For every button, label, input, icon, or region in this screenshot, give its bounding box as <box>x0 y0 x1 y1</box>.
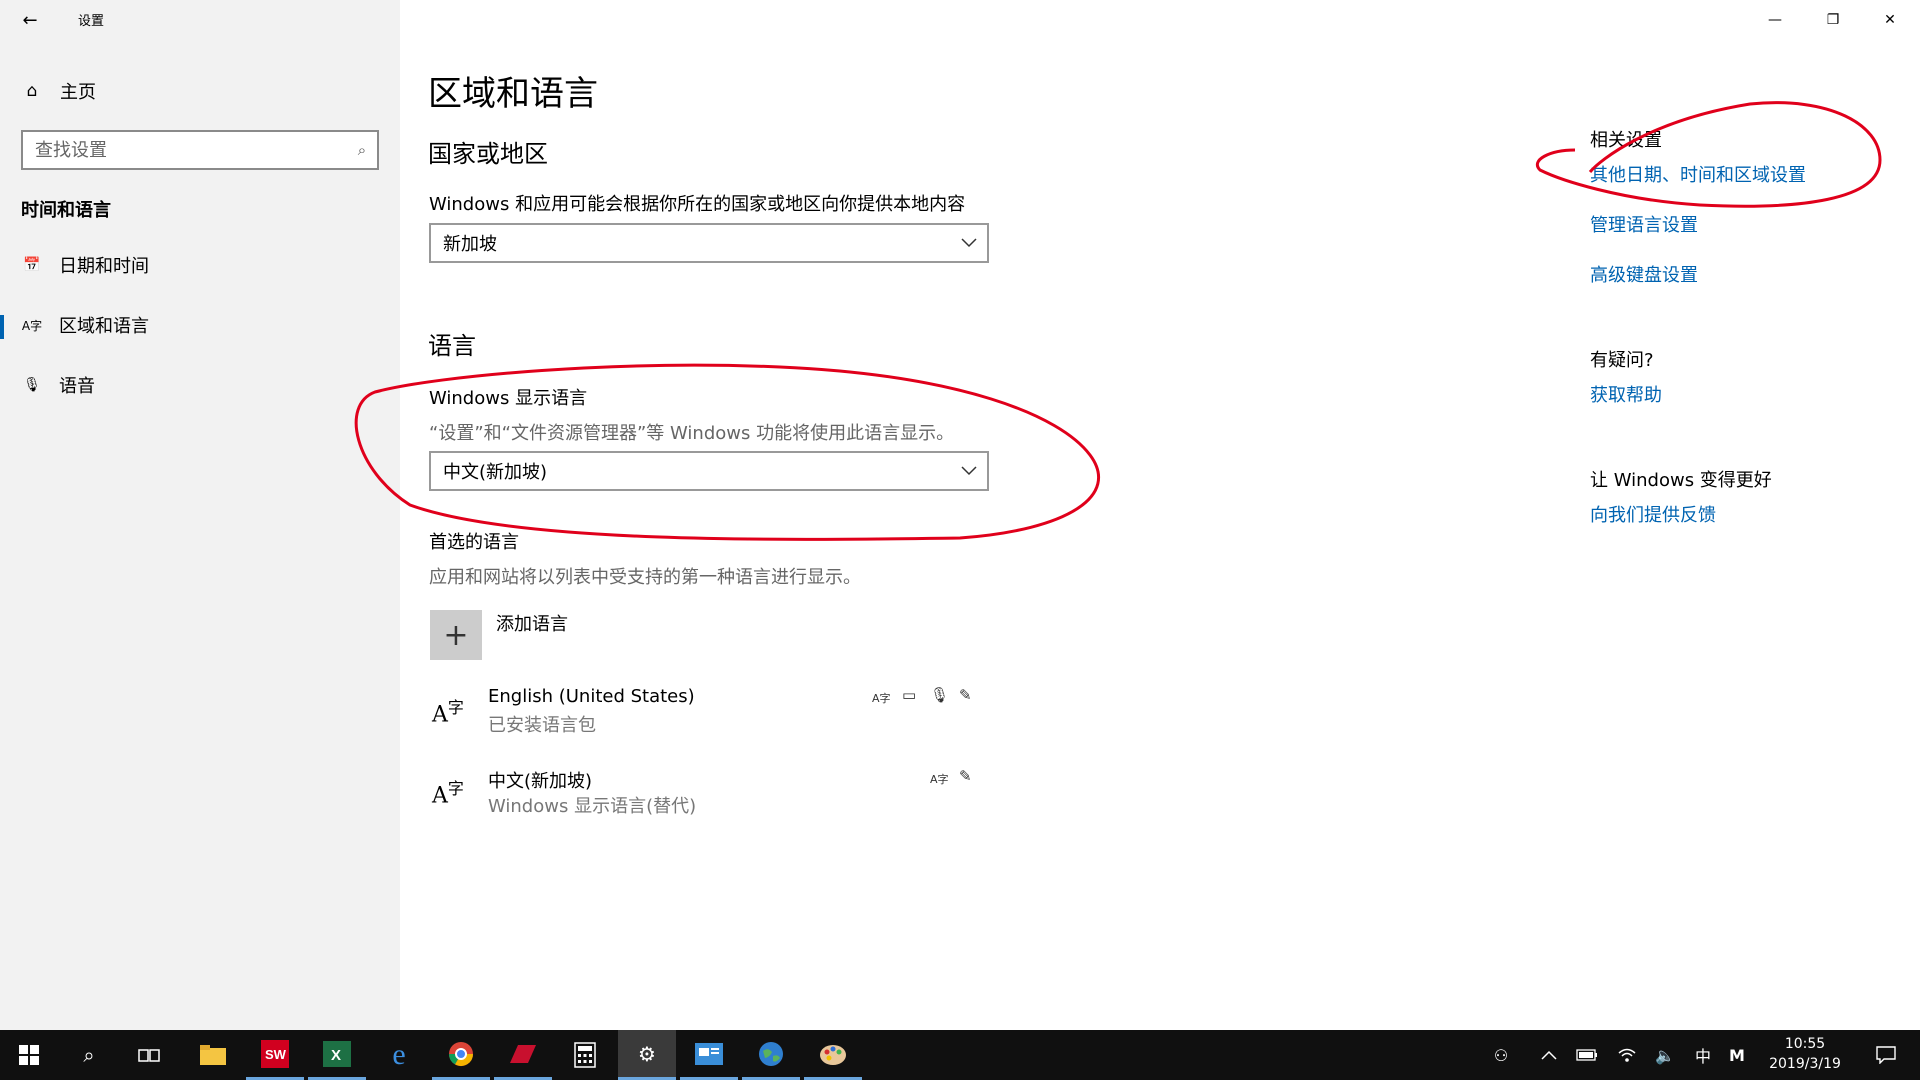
ime-mode-indicator[interactable]: M <box>1722 1030 1752 1080</box>
other-date-time-region-link[interactable]: 其他日期、时间和区域设置 <box>1590 161 1806 187</box>
add-language-label: 添加语言 <box>496 614 568 635</box>
display-language-feature-icon: A字 <box>930 773 949 786</box>
chevron-down-icon <box>961 463 977 479</box>
text-to-speech-feature-icon: ▭ <box>902 686 917 704</box>
start-windows-icon[interactable] <box>0 1030 58 1080</box>
preferred-language-desc: 应用和网站将以列表中受支持的第一种语言进行显示。 <box>429 567 861 588</box>
language-status: 已安装语言包 <box>488 715 596 736</box>
page-title: 区域和语言 <box>428 74 598 114</box>
minimize-button[interactable]: — <box>1755 6 1795 34</box>
calendar-clock-icon: 📅 <box>23 257 41 273</box>
wifi-icon[interactable] <box>1612 1030 1642 1080</box>
country-value: 新加坡 <box>443 234 497 255</box>
sidebar-item-region-language[interactable]: A字 区域和语言 <box>0 303 400 347</box>
get-help-link[interactable]: 获取帮助 <box>1590 381 1662 407</box>
country-heading: 国家或地区 <box>428 140 548 168</box>
display-language-value: 中文(新加坡) <box>443 462 548 483</box>
excel-icon[interactable]: X <box>308 1030 366 1080</box>
svg-text:SW: SW <box>265 1047 287 1062</box>
close-button[interactable]: ✕ <box>1870 6 1910 34</box>
taskbar: ⌕ SW X e ⚙ ⚇ 🔈 中 M 10:55 2019/3/19 <box>0 1030 1920 1080</box>
country-label: Windows 和应用可能会根据你所在的国家或地区向你提供本地内容 <box>429 194 966 215</box>
feedback-link[interactable]: 向我们提供反馈 <box>1590 501 1716 527</box>
language-list-item[interactable]: A字 English (United States) 已安装语言包 A字 ▭ 🎙… <box>432 686 992 746</box>
notification-center-icon[interactable] <box>1866 1030 1906 1080</box>
ime-indicator[interactable]: 中 <box>1688 1030 1718 1080</box>
language-glyph-icon: A字 <box>432 698 464 728</box>
svg-text:X: X <box>331 1047 341 1064</box>
preferred-language-label: 首选的语言 <box>429 532 519 553</box>
volume-icon[interactable]: 🔈 <box>1650 1030 1680 1080</box>
restore-button[interactable]: ❐ <box>1813 6 1853 34</box>
globe-app-icon[interactable] <box>742 1030 800 1080</box>
sidebar: ← 设置 ⌂ 主页 ⌕ 时间和语言 📅 日期和时间 A字 区域和语言 🎙 语音 <box>0 0 400 1030</box>
sidebar-item-label: 区域和语言 <box>59 316 149 337</box>
add-language-button[interactable]: + 添加语言 <box>430 610 568 660</box>
language-name: English (United States) <box>488 686 695 707</box>
search-icon[interactable]: ⌕ <box>60 1030 118 1080</box>
language-glyph-icon: A字 <box>432 779 464 809</box>
sidebar-item-speech[interactable]: 🎙 语音 <box>0 363 400 407</box>
speech-recognition-feature-icon: 🎙 <box>930 686 950 704</box>
settings-gear-icon[interactable]: ⚙ <box>618 1030 676 1080</box>
app-blue-icon[interactable] <box>680 1030 738 1080</box>
display-language-dropdown[interactable]: 中文(新加坡) <box>429 451 989 491</box>
manage-language-link[interactable]: 管理语言设置 <box>1590 211 1698 237</box>
language-status: Windows 显示语言(替代) <box>488 796 697 817</box>
paint-app-icon[interactable] <box>804 1030 862 1080</box>
search-box[interactable]: ⌕ <box>21 130 379 170</box>
sidebar-item-date-time[interactable]: 📅 日期和时间 <box>0 243 400 287</box>
display-language-label: Windows 显示语言 <box>429 388 588 409</box>
chevron-up-icon[interactable] <box>1534 1030 1564 1080</box>
handwriting-feature-icon: ✎ <box>959 767 972 785</box>
back-arrow-icon[interactable]: ← <box>18 6 42 34</box>
clock[interactable]: 10:55 2019/3/19 <box>1760 1034 1850 1074</box>
display-language-desc: “设置”和“文件资源管理器”等 Windows 功能将使用此语言显示。 <box>429 423 955 444</box>
sidebar-item-label: 语音 <box>59 376 95 397</box>
task-view-icon[interactable] <box>120 1030 178 1080</box>
search-input[interactable] <box>35 139 347 161</box>
file-explorer-icon[interactable] <box>184 1030 242 1080</box>
clock-time: 10:55 <box>1784 1036 1826 1052</box>
microphone-icon: 🎙 <box>23 377 41 393</box>
solidworks-icon[interactable]: SW <box>246 1030 304 1080</box>
question-heading: 有疑问? <box>1590 350 1654 371</box>
advanced-keyboard-link[interactable]: 高级键盘设置 <box>1590 261 1698 287</box>
edge-icon[interactable]: e <box>370 1030 428 1080</box>
search-icon[interactable]: ⌕ <box>347 141 377 159</box>
sidebar-item-label: 主页 <box>60 82 96 103</box>
language-icon: A字 <box>21 318 43 333</box>
related-settings-heading: 相关设置 <box>1590 130 1662 151</box>
handwriting-feature-icon: ✎ <box>959 686 972 704</box>
home-icon: ⌂ <box>26 81 38 101</box>
sidebar-section-heading: 时间和语言 <box>21 200 111 221</box>
chrome-icon[interactable] <box>432 1030 490 1080</box>
clock-date: 2019/3/19 <box>1769 1056 1841 1072</box>
battery-icon[interactable] <box>1572 1030 1602 1080</box>
sidebar-item-home[interactable]: ⌂ 主页 <box>0 74 400 108</box>
calculator-icon[interactable] <box>556 1030 614 1080</box>
country-dropdown[interactable]: 新加坡 <box>429 223 989 263</box>
chevron-down-icon <box>961 235 977 251</box>
language-name: 中文(新加坡) <box>488 771 593 792</box>
plus-icon: + <box>430 610 482 660</box>
app-red-icon[interactable] <box>494 1030 552 1080</box>
language-list-item[interactable]: A字 中文(新加坡) Windows 显示语言(替代) A字 ✎ <box>432 767 992 827</box>
window-title: 设置 <box>78 14 105 29</box>
language-heading: 语言 <box>428 332 476 360</box>
improve-windows-heading: 让 Windows 变得更好 <box>1590 470 1772 491</box>
display-language-feature-icon: A字 <box>872 692 891 705</box>
sidebar-item-label: 日期和时间 <box>59 256 149 277</box>
people-icon[interactable]: ⚇ <box>1486 1030 1516 1080</box>
